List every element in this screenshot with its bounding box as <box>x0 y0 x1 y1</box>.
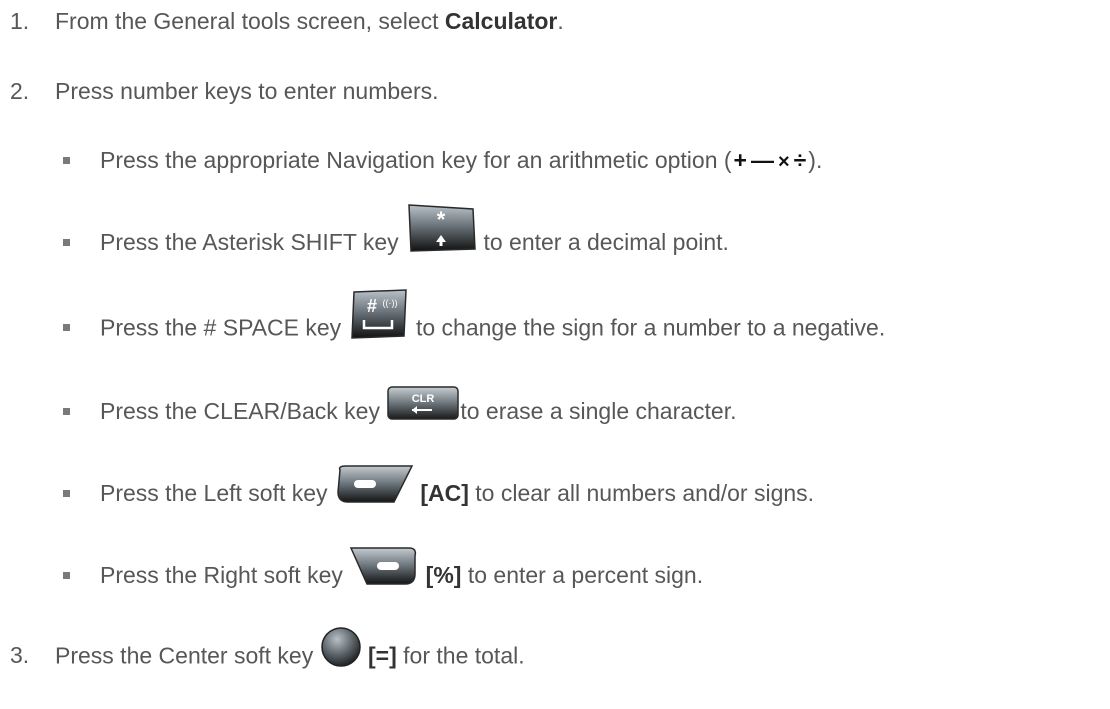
arithmetic-operators: + — × ÷ <box>732 147 809 173</box>
bullet-text-end: to enter a percent sign. <box>461 562 704 588</box>
clear-back-key-icon: CLR <box>386 385 460 428</box>
bullet-marker <box>63 239 70 246</box>
bullet-text-end: to change the sign for a number to a neg… <box>409 314 886 341</box>
step-number: 1. <box>10 8 30 34</box>
soft-key-label: [AC] <box>420 480 469 506</box>
minus-icon: — <box>750 147 774 173</box>
step-number: 3. <box>10 642 30 668</box>
bullet-text-end: to clear all numbers and/or signs. <box>468 480 815 506</box>
bullet-text: Press the Right soft key <box>100 562 350 588</box>
bullet-text: Press the Asterisk SHIFT key <box>100 229 406 255</box>
left-soft-key-icon <box>334 464 414 511</box>
svg-text:*: * <box>437 207 446 232</box>
bullet-text-end: to enter a decimal point. <box>477 229 729 255</box>
step-text-end: for the total. <box>396 642 525 669</box>
bullet-marker <box>63 572 70 579</box>
step-text-end: . <box>557 8 564 34</box>
bullet-item: Press the Asterisk SHIFT key * to enter … <box>100 204 729 260</box>
bullet-item: Press the # SPACE key # ((·)) to change … <box>100 289 886 347</box>
step-text: Press number keys to enter numbers. <box>55 78 439 104</box>
bullet-text-end: ). <box>808 147 823 173</box>
svg-text:#: # <box>367 296 377 316</box>
right-soft-key-icon <box>349 546 419 593</box>
svg-text:CLR: CLR <box>412 393 435 405</box>
bullet-text: Press the CLEAR/Back key <box>100 398 387 424</box>
asterisk-shift-key-icon: * <box>405 203 477 260</box>
bullet-item: Press the appropriate Navigation key for… <box>100 145 822 177</box>
step-text: From the General tools screen, select <box>55 8 445 34</box>
step-number: 2. <box>10 78 30 104</box>
bullet-item: Press the Left soft key [AC] to clear al… <box>100 465 815 511</box>
step-text: Press the Center soft key <box>55 642 320 669</box>
bullet-text-end: to erase a single character. <box>460 398 737 424</box>
bullet-text: Press the appropriate Navigation key for… <box>100 147 732 173</box>
bullet-marker <box>63 157 70 164</box>
svg-text:((·)): ((·)) <box>382 298 397 308</box>
soft-key-label: [%] <box>425 562 462 588</box>
center-soft-key-icon <box>320 626 362 675</box>
step-bold: Calculator <box>444 8 558 34</box>
multiply-icon: × <box>777 151 790 173</box>
bullet-marker <box>63 408 70 415</box>
divide-icon: ÷ <box>793 147 807 173</box>
bullet-item: Press the CLEAR/Back key CLR to erase a … <box>100 386 737 428</box>
bullet-marker <box>63 490 70 497</box>
step-bold: [=] <box>368 642 397 669</box>
plus-icon: + <box>733 147 747 173</box>
hash-space-key-icon: # ((·)) <box>348 288 410 347</box>
bullet-marker <box>63 324 70 331</box>
bullet-text: Press the # SPACE key <box>100 314 348 341</box>
bullet-item: Press the Right soft key [%] to enter a … <box>100 547 704 593</box>
bullet-text: Press the Left soft key <box>100 480 334 506</box>
